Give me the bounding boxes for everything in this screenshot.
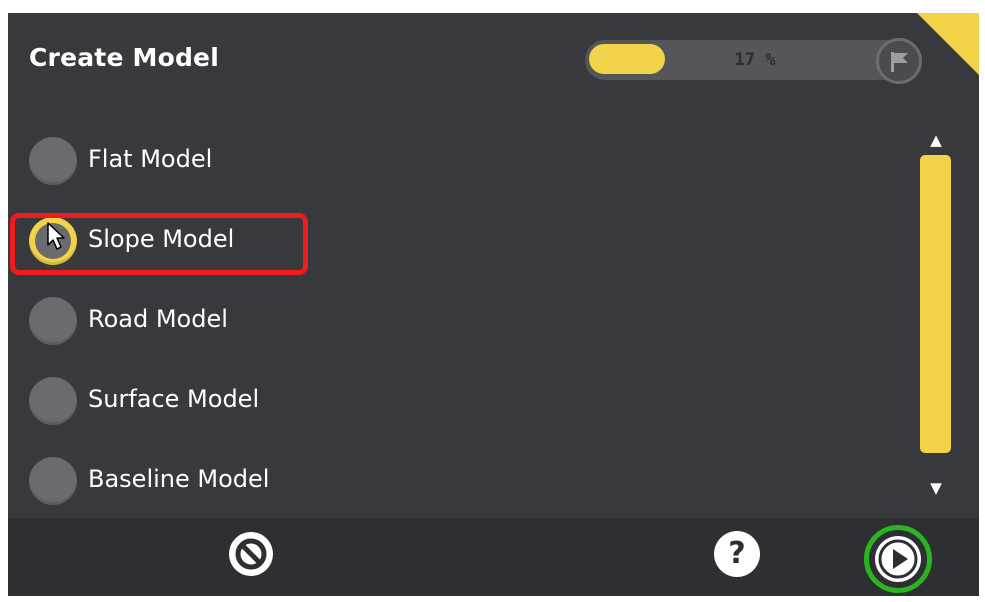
page-title: Create Model [29, 43, 219, 72]
corner-accent [917, 13, 979, 75]
progress-label: 17 % [734, 50, 776, 70]
radio-button[interactable] [29, 377, 77, 425]
radio-button[interactable] [29, 457, 77, 505]
option-baseline-model[interactable]: Baseline Model [28, 453, 328, 507]
option-flat-model[interactable]: Flat Model [28, 133, 328, 187]
radio-button[interactable] [29, 137, 77, 185]
option-label: Road Model [88, 305, 228, 333]
option-label: Surface Model [88, 385, 260, 413]
cancel-button[interactable] [228, 531, 274, 577]
option-surface-model[interactable]: Surface Model [28, 373, 328, 427]
cancel-icon [229, 532, 273, 576]
help-button[interactable]: ? [714, 531, 760, 577]
option-label: Flat Model [88, 145, 213, 173]
scroll-up-arrow[interactable]: ▲ [926, 131, 946, 149]
finish-flag-button[interactable] [876, 38, 922, 84]
next-button[interactable] [864, 525, 932, 593]
mouse-cursor-icon [47, 222, 65, 250]
progress-fill [589, 44, 665, 74]
create-model-window: Create Model 17 % Flat Model Slope Model… [8, 13, 979, 596]
progress-bar: 17 % [585, 38, 922, 84]
footer-bar: ? [8, 518, 979, 596]
next-button-face [875, 536, 921, 582]
scroll-down-arrow[interactable]: ▼ [926, 479, 946, 497]
play-icon [878, 539, 918, 579]
scrollbar-thumb[interactable] [920, 155, 951, 453]
option-label: Baseline Model [88, 465, 270, 493]
radio-button[interactable] [29, 297, 77, 345]
option-road-model[interactable]: Road Model [28, 293, 328, 347]
flag-icon [891, 52, 908, 72]
